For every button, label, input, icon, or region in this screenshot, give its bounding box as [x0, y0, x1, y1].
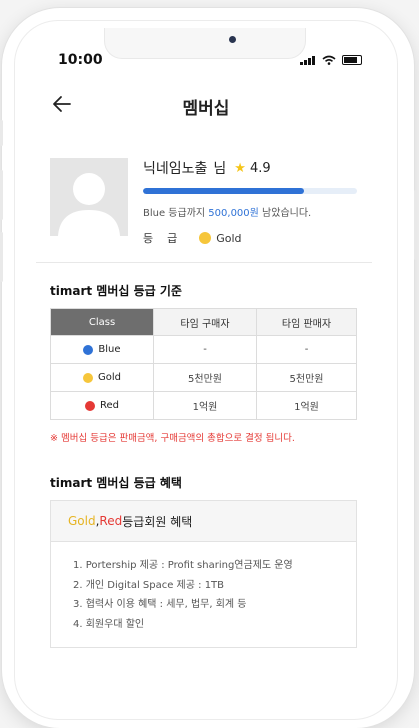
- class-name: Blue: [98, 344, 121, 355]
- table-cell-buyer: 5천만원: [153, 363, 257, 392]
- camera-icon: [229, 36, 236, 43]
- avatar-placeholder-icon: [58, 173, 120, 236]
- table-row: Red 1억원 1억원: [50, 391, 357, 420]
- column-header-buyer: 타임 구매자: [153, 308, 257, 336]
- table-cell-class: Red: [50, 391, 154, 420]
- grade-progress-fill: [143, 188, 304, 194]
- avatar: [50, 158, 128, 236]
- rating-value: 4.9: [249, 160, 271, 176]
- nickname-suffix: 님: [213, 161, 227, 177]
- phone-volume-down-button: [0, 232, 3, 282]
- table-cell-buyer: 1억원: [153, 391, 257, 420]
- phone-volume-up-button: [0, 170, 3, 220]
- section-divider: [36, 262, 372, 263]
- list-item: 3. 협력사 이용 혜택 : 세무, 법무, 회계 등: [73, 599, 247, 610]
- signal-icon: [300, 55, 316, 65]
- benefits-title: timart 멤버십 등급 혜택: [50, 476, 182, 490]
- grade-criteria-table: Class 타임 구매자 타임 판매자 Blue - - Gold 5천만원 5…: [50, 308, 357, 420]
- criteria-title: timart 멤버십 등급 기준: [50, 284, 182, 298]
- current-grade: 등급 Gold: [143, 230, 242, 246]
- battery-icon: [342, 55, 362, 65]
- table-cell-seller: 1억원: [256, 391, 357, 420]
- grade-label: 등급: [143, 232, 192, 245]
- phone-notch: [104, 28, 306, 59]
- class-name: Gold: [98, 372, 121, 383]
- phone-power-button: [414, 190, 417, 260]
- header: 멤버십: [14, 90, 398, 126]
- red-grade-dot-icon: [85, 400, 95, 411]
- nickname: 닉네임노출: [143, 161, 208, 177]
- nickname-row: 닉네임노출 님 ★ 4.9: [143, 158, 271, 178]
- table-cell-seller: 5천만원: [256, 363, 357, 392]
- benefits-box: Gold, Red 등급회원 혜택 1. Portership 제공 : Pro…: [50, 500, 357, 648]
- benefits-gold-label: Gold: [68, 514, 96, 528]
- table-cell-buyer: -: [153, 335, 257, 364]
- wifi-icon: [322, 55, 336, 65]
- gold-grade-dot-icon: [199, 232, 212, 244]
- status-icons: [300, 55, 362, 65]
- benefits-list: 1. Portership 제공 : Profit sharing연금제도 운영…: [51, 542, 356, 634]
- list-item: 2. 개인 Digital Space 제공 : 1TB: [73, 579, 225, 591]
- upgrade-prefix: Blue 등급까지: [143, 208, 209, 219]
- profile-card: 닉네임노출 님 ★ 4.9 Blue 등급까지 500,000원 남았습니다. …: [50, 158, 360, 248]
- upgrade-amount: 500,000원: [208, 208, 259, 219]
- gold-grade-dot-icon: [83, 372, 93, 383]
- status-time: 10:00: [58, 52, 103, 68]
- table-cell-seller: -: [256, 335, 357, 364]
- table-cell-class: Gold: [50, 363, 154, 392]
- grade-progress-bar: [143, 188, 357, 194]
- phone-side-button: [0, 120, 3, 146]
- grade-value: Gold: [216, 231, 242, 245]
- table-cell-class: Blue: [50, 335, 154, 364]
- table-header-row: Class 타임 구매자 타임 판매자: [50, 308, 357, 336]
- list-item: 1. Portership 제공 : Profit sharing연금제도 운영: [73, 560, 293, 571]
- benefits-header-rest: 등급회원 혜택: [122, 514, 193, 529]
- grade-notice: ※ 멤버십 등급은 판매금액, 구매금액의 총합으로 결정 됩니다.: [50, 433, 295, 444]
- blue-grade-dot-icon: [83, 344, 94, 355]
- table-row: Gold 5천만원 5천만원: [50, 363, 357, 392]
- benefits-header: Gold, Red 등급회원 혜택: [51, 501, 356, 542]
- page-title: 멤버십: [182, 99, 230, 119]
- benefits-red-label: Red: [99, 514, 123, 528]
- upgrade-message: Blue 등급까지 500,000원 남았습니다.: [143, 204, 311, 219]
- star-icon: ★: [234, 160, 246, 176]
- column-header-seller: 타임 판매자: [256, 308, 357, 336]
- list-item: 4. 회원우대 할인: [73, 618, 145, 630]
- upgrade-suffix: 남았습니다.: [258, 208, 312, 219]
- table-row: Blue - -: [50, 335, 357, 364]
- class-name: Red: [100, 400, 119, 411]
- column-header-class: Class: [50, 308, 154, 336]
